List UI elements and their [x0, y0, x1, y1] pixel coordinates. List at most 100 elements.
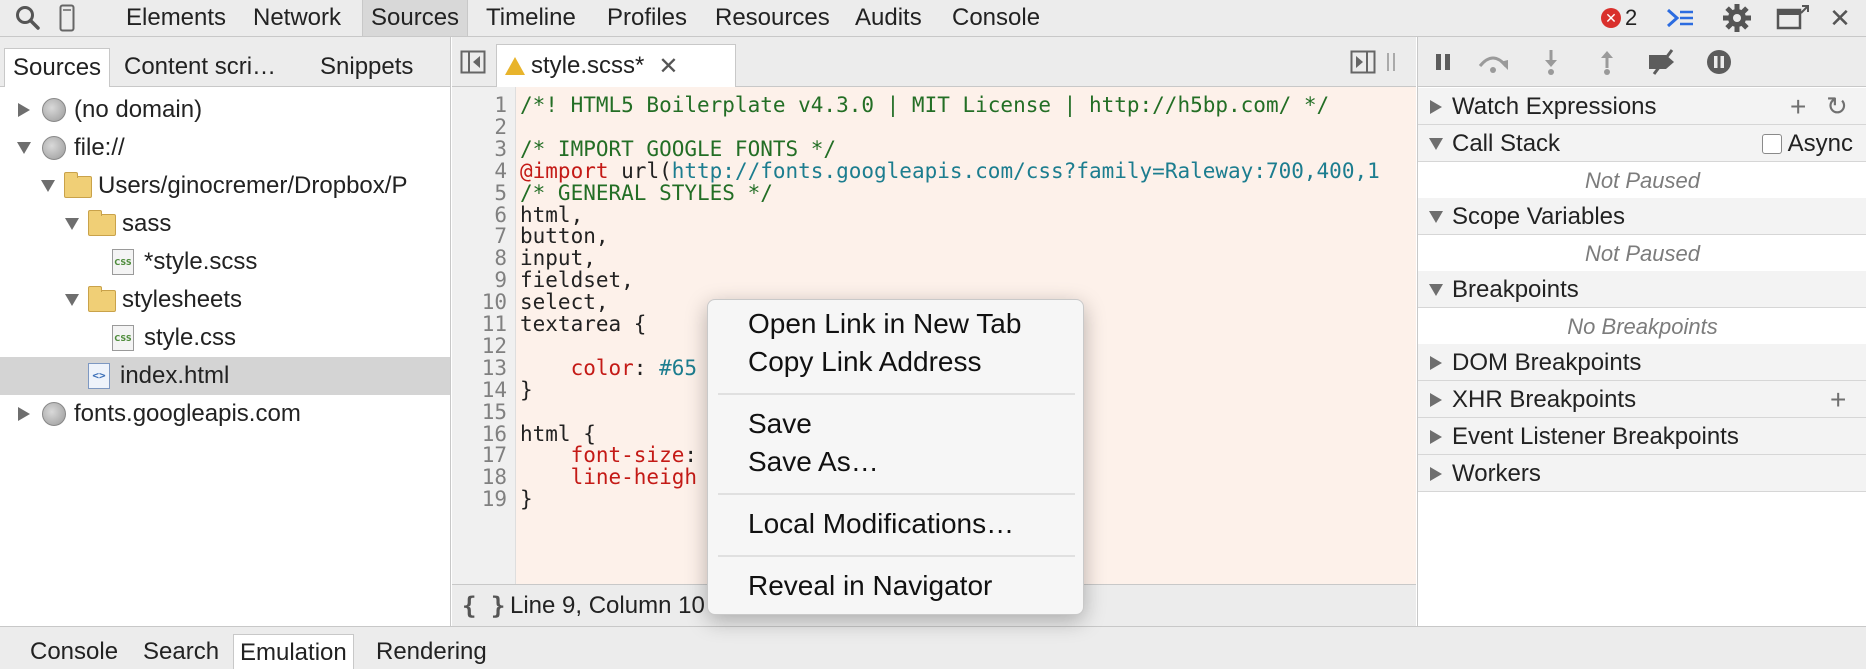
line-number[interactable]: 7	[457, 225, 507, 247]
editor-tab-style-scss[interactable]: style.scss* ✕	[496, 44, 736, 87]
step-over-icon[interactable]	[1476, 45, 1510, 79]
tab-sources[interactable]: Sources	[362, 0, 469, 36]
drawer-tab-console[interactable]: Console	[24, 634, 124, 669]
tree-item-index-html[interactable]: <> index.html	[0, 357, 450, 395]
line-number[interactable]: 1	[457, 94, 507, 116]
line-number[interactable]: 17	[457, 444, 507, 466]
collapse-arrow-icon[interactable]	[1426, 271, 1446, 309]
pane-dom-breakpoints[interactable]: DOM Breakpoints	[1418, 344, 1866, 381]
line-number[interactable]: 10	[457, 291, 507, 313]
tab-network[interactable]: Network	[245, 0, 349, 36]
code-property: line-heigh	[520, 465, 698, 490]
tree-item-label: Users/ginocremer/Dropbox/P	[98, 172, 408, 199]
step-into-icon[interactable]	[1534, 45, 1568, 79]
tree-item-users-folder[interactable]: Users/ginocremer/Dropbox/P	[0, 167, 450, 205]
tree-item-sass-folder[interactable]: sass	[0, 205, 450, 243]
drawer-tab-search[interactable]: Search	[137, 634, 225, 669]
search-icon[interactable]	[14, 2, 42, 34]
menu-item-save-as[interactable]: Save As…	[748, 443, 879, 481]
console-drawer-icon[interactable]	[1664, 2, 1696, 34]
expand-arrow-icon[interactable]	[14, 395, 34, 433]
line-number[interactable]: 14	[457, 379, 507, 401]
pane-xhr-breakpoints[interactable]: XHR Breakpoints +	[1418, 381, 1866, 418]
dock-icon[interactable]	[1776, 2, 1810, 34]
line-number[interactable]: 18	[457, 466, 507, 488]
deactivate-breakpoints-icon[interactable]	[1646, 45, 1680, 79]
async-toggle[interactable]: Async	[1761, 125, 1853, 162]
refresh-icon[interactable]: ↻	[1826, 88, 1848, 125]
pane-event-listener-breakpoints[interactable]: Event Listener Breakpoints	[1418, 418, 1866, 455]
nav-tab-snippets[interactable]: Snippets	[312, 48, 421, 87]
close-tab-icon[interactable]: ✕	[658, 52, 678, 81]
nav-tab-sources[interactable]: Sources	[4, 48, 111, 87]
collapse-arrow-icon[interactable]	[38, 167, 58, 205]
expand-arrow-icon[interactable]	[1426, 88, 1446, 126]
toggle-debugger-icon[interactable]	[1350, 49, 1376, 75]
toggle-navigator-icon[interactable]	[460, 49, 486, 75]
tree-item-fonts-googleapis[interactable]: fonts.googleapis.com	[0, 395, 450, 433]
code-link[interactable]: http://fonts.googleapis.com/css?family=R…	[672, 159, 1380, 183]
menu-item-local-modifications[interactable]: Local Modifications…	[748, 505, 1014, 543]
menu-item-open-link-new-tab[interactable]: Open Link in New Tab	[748, 305, 1021, 343]
pause-icon[interactable]	[1426, 45, 1460, 79]
menu-item-copy-link-address[interactable]: Copy Link Address	[748, 343, 981, 381]
line-number[interactable]: 12	[457, 335, 507, 357]
expand-arrow-icon[interactable]	[1426, 455, 1446, 493]
pane-call-stack[interactable]: Call Stack Async	[1418, 125, 1866, 162]
step-out-icon[interactable]	[1590, 45, 1624, 79]
line-number[interactable]: 5	[457, 182, 507, 204]
async-checkbox[interactable]	[1761, 133, 1782, 154]
tree-item-no-domain[interactable]: (no domain)	[0, 91, 450, 129]
pane-breakpoints[interactable]: Breakpoints	[1418, 271, 1866, 308]
device-mode-icon[interactable]	[58, 2, 76, 34]
line-number[interactable]: 4	[457, 160, 507, 182]
pane-watch-expressions[interactable]: Watch Expressions + ↻	[1418, 88, 1866, 125]
expand-arrow-icon[interactable]	[1426, 418, 1446, 456]
tree-item-stylesheets-folder[interactable]: stylesheets	[0, 281, 450, 319]
drawer-tab-rendering[interactable]: Rendering	[370, 634, 493, 669]
tab-elements[interactable]: Elements	[118, 0, 234, 36]
line-number[interactable]: 9	[457, 269, 507, 291]
add-icon[interactable]: +	[1830, 381, 1846, 418]
pane-workers[interactable]: Workers	[1418, 455, 1866, 492]
pause-on-exceptions-icon[interactable]	[1702, 45, 1736, 79]
code-text: }	[520, 377, 533, 402]
tab-profiles[interactable]: Profiles	[599, 0, 695, 36]
tree-item-style-scss[interactable]: CSS *style.scss	[0, 243, 450, 281]
line-number[interactable]: 11	[457, 313, 507, 335]
line-number[interactable]: 8	[457, 247, 507, 269]
tab-audits[interactable]: Audits	[847, 0, 930, 36]
pane-scope-variables[interactable]: Scope Variables	[1418, 198, 1866, 235]
line-number[interactable]: 6	[457, 204, 507, 226]
expand-arrow-icon[interactable]	[1426, 344, 1446, 382]
collapse-arrow-icon[interactable]	[62, 281, 82, 319]
close-icon[interactable]: ✕	[1828, 2, 1852, 34]
resize-handle-icon[interactable]	[1384, 49, 1398, 75]
collapse-arrow-icon[interactable]	[14, 129, 34, 167]
menu-item-reveal-in-navigator[interactable]: Reveal in Navigator	[748, 567, 992, 605]
gear-icon[interactable]	[1720, 2, 1754, 34]
tab-timeline[interactable]: Timeline	[478, 0, 584, 36]
drawer-tab-emulation[interactable]: Emulation	[233, 634, 354, 669]
error-counter[interactable]: ✕ 2	[1601, 0, 1637, 36]
add-icon[interactable]: +	[1790, 88, 1806, 125]
menu-item-save[interactable]: Save	[748, 405, 812, 443]
collapse-arrow-icon[interactable]	[1426, 125, 1446, 163]
expand-arrow-icon[interactable]	[14, 91, 34, 129]
collapse-arrow-icon[interactable]	[1426, 198, 1446, 236]
tree-item-file[interactable]: file://	[0, 129, 450, 167]
tab-console[interactable]: Console	[944, 0, 1048, 36]
line-number[interactable]: 3	[457, 138, 507, 160]
pretty-print-button[interactable]: { }	[462, 585, 505, 627]
tab-resources[interactable]: Resources	[707, 0, 838, 36]
line-number[interactable]: 19	[457, 488, 507, 510]
line-number[interactable]: 13	[457, 357, 507, 379]
debugger-toolbar	[1418, 37, 1866, 87]
line-number[interactable]: 16	[457, 423, 507, 445]
nav-tab-content-scripts[interactable]: Content scri…	[116, 48, 284, 87]
line-number[interactable]: 2	[457, 116, 507, 138]
expand-arrow-icon[interactable]	[1426, 381, 1446, 419]
collapse-arrow-icon[interactable]	[62, 205, 82, 243]
line-number[interactable]: 15	[457, 401, 507, 423]
tree-item-style-css[interactable]: CSS style.css	[0, 319, 450, 357]
